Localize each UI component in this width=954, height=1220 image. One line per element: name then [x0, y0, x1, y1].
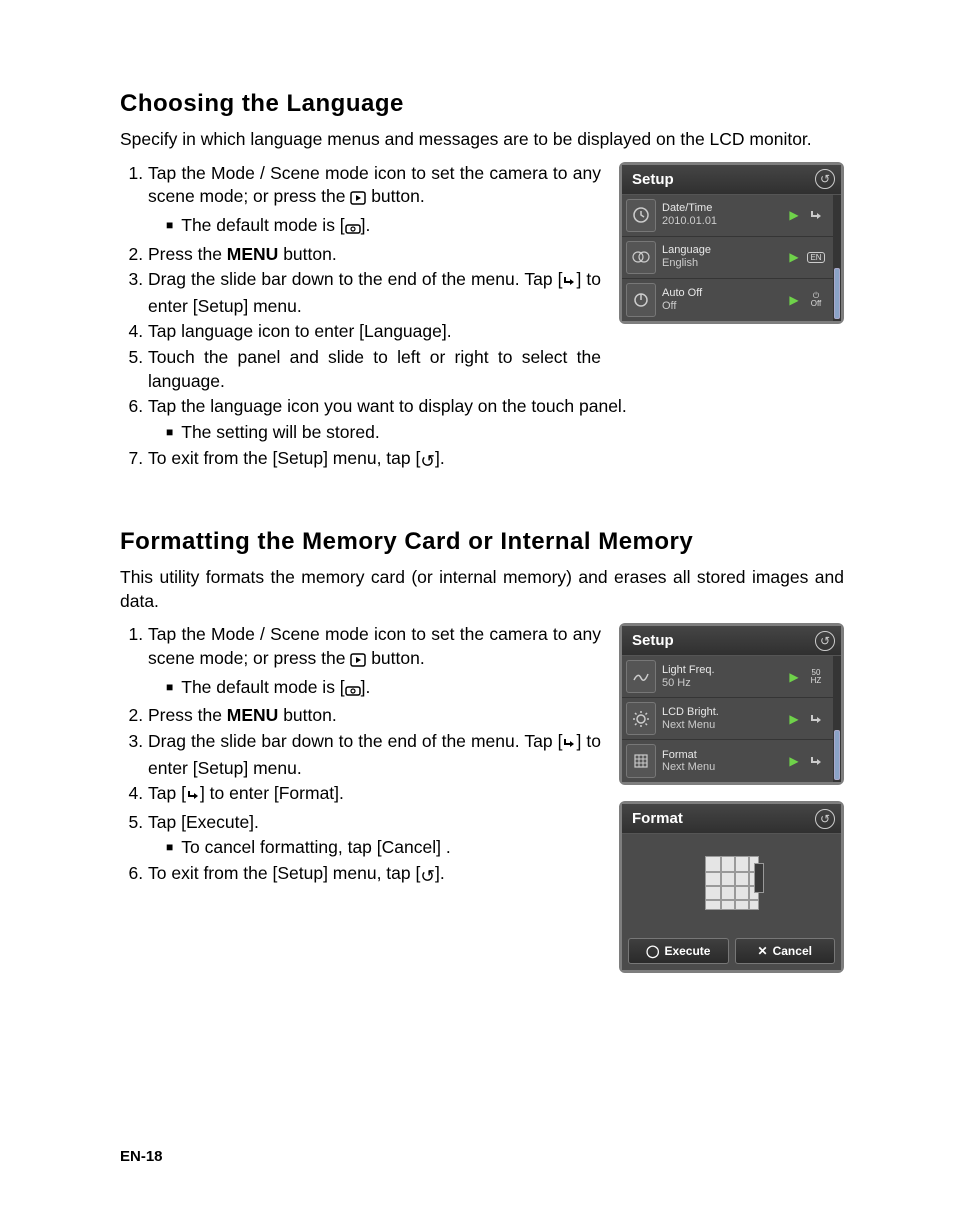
card-icon — [626, 744, 656, 778]
row-light-freq[interactable]: Light Freq.50 Hz ▶ 50HZ — [622, 656, 833, 698]
circle-icon: ◯ — [646, 944, 659, 958]
clock-icon — [626, 199, 656, 232]
s2-step-5-sub: To cancel formatting, tap [Cancel] . — [166, 836, 601, 860]
panel2-title: Setup — [632, 632, 815, 649]
section1-heading: Choosing the Language — [120, 90, 844, 118]
row-format[interactable]: FormatNext Menu ▶ — [622, 740, 833, 782]
s2-step-2: Press the MENU button. — [148, 704, 601, 728]
format-panel: Format ↺ ◯Execute ✕Cancel — [619, 801, 844, 973]
panel3-title: Format — [632, 810, 815, 827]
section1-steps-lower: Tap the language icon you want to displa… — [120, 395, 844, 473]
section1-intro: Specify in which language menus and mess… — [120, 128, 844, 152]
back-icon: ↺ — [420, 450, 435, 474]
row-language[interactable]: LanguageEnglish ▶ EN — [622, 237, 833, 279]
chevron-right-icon: ▶ — [787, 656, 801, 697]
section2-intro: This utility formats the memory card (or… — [120, 566, 844, 613]
chevron-right-icon: ▶ — [787, 698, 801, 739]
camera-mode-icon — [345, 217, 361, 241]
close-icon: ✕ — [758, 944, 768, 958]
enter-arrow-icon — [562, 733, 576, 757]
s1-step-2: Press the MENU button. — [148, 243, 601, 267]
s1-step-6: Tap the language icon you want to displa… — [148, 395, 844, 444]
s1-step-3: Drag the slide bar down to the end of th… — [148, 268, 601, 318]
memory-card-icon — [705, 856, 759, 910]
enter-arrow-icon — [186, 785, 200, 809]
s2-step-4: Tap [] to enter [Format]. — [148, 782, 601, 809]
back-icon[interactable]: ↺ — [815, 169, 835, 189]
hz-badge: 50HZ — [801, 656, 831, 697]
enter-icon — [801, 740, 831, 782]
en-badge: EN — [801, 237, 831, 278]
back-icon[interactable]: ↺ — [815, 631, 835, 651]
globe-icon — [626, 241, 656, 274]
power-icon — [626, 283, 656, 317]
section1-steps-upper: Tap the Mode / Scene mode icon to set th… — [120, 162, 601, 394]
chevron-right-icon: ▶ — [787, 279, 801, 321]
panel1-title: Setup — [632, 171, 815, 188]
enter-icon — [801, 195, 831, 236]
row-date-time[interactable]: Date/Time2010.01.01 ▶ — [622, 195, 833, 237]
chevron-right-icon: ▶ — [787, 237, 801, 278]
play-icon — [350, 188, 366, 212]
s1-step-1-sub: The default mode is []. — [166, 214, 601, 241]
enter-icon — [801, 698, 831, 739]
cancel-button[interactable]: ✕Cancel — [735, 938, 836, 964]
section2-heading: Formatting the Memory Card or Internal M… — [120, 528, 844, 556]
s2-step-3: Drag the slide bar down to the end of th… — [148, 730, 601, 780]
s2-step-1: Tap the Mode / Scene mode icon to set th… — [148, 623, 601, 702]
section2-steps: Tap the Mode / Scene mode icon to set th… — [120, 623, 601, 888]
s2-step-6: To exit from the [Setup] menu, tap [↺]. — [148, 862, 601, 889]
page-number: EN-18 — [120, 1148, 163, 1165]
chevron-right-icon: ▶ — [787, 195, 801, 236]
wave-icon — [626, 660, 656, 693]
scrollbar[interactable] — [833, 195, 841, 321]
power-off-icon: ⏻Off — [801, 279, 831, 321]
s1-step-1: Tap the Mode / Scene mode icon to set th… — [148, 162, 601, 241]
s2-step-1-sub: The default mode is []. — [166, 676, 601, 703]
setup-panel-1: Setup ↺ Date/Time2010.01.01 ▶ Langu — [619, 162, 844, 324]
enter-arrow-icon — [562, 271, 576, 295]
row-auto-off[interactable]: Auto OffOff ▶ ⏻Off — [622, 279, 833, 321]
execute-button[interactable]: ◯Execute — [628, 938, 729, 964]
camera-mode-icon — [345, 679, 361, 703]
back-icon: ↺ — [420, 865, 435, 889]
s1-step-5: Touch the panel and slide to left or rig… — [148, 346, 601, 393]
play-icon — [350, 650, 366, 674]
chevron-right-icon: ▶ — [787, 740, 801, 782]
back-icon[interactable]: ↺ — [815, 809, 835, 829]
setup-panel-2: Setup ↺ Light Freq.50 Hz ▶ 50HZ — [619, 623, 844, 785]
s1-step-7: To exit from the [Setup] menu, tap [↺]. — [148, 447, 844, 474]
brightness-icon — [626, 702, 656, 735]
s2-step-5: Tap [Execute]. To cancel formatting, tap… — [148, 811, 601, 860]
row-lcd-bright[interactable]: LCD Bright.Next Menu ▶ — [622, 698, 833, 740]
s1-step-4: Tap language icon to enter [Language]. — [148, 320, 601, 344]
s1-step-6-sub: The setting will be stored. — [166, 421, 844, 445]
scrollbar[interactable] — [833, 656, 841, 782]
